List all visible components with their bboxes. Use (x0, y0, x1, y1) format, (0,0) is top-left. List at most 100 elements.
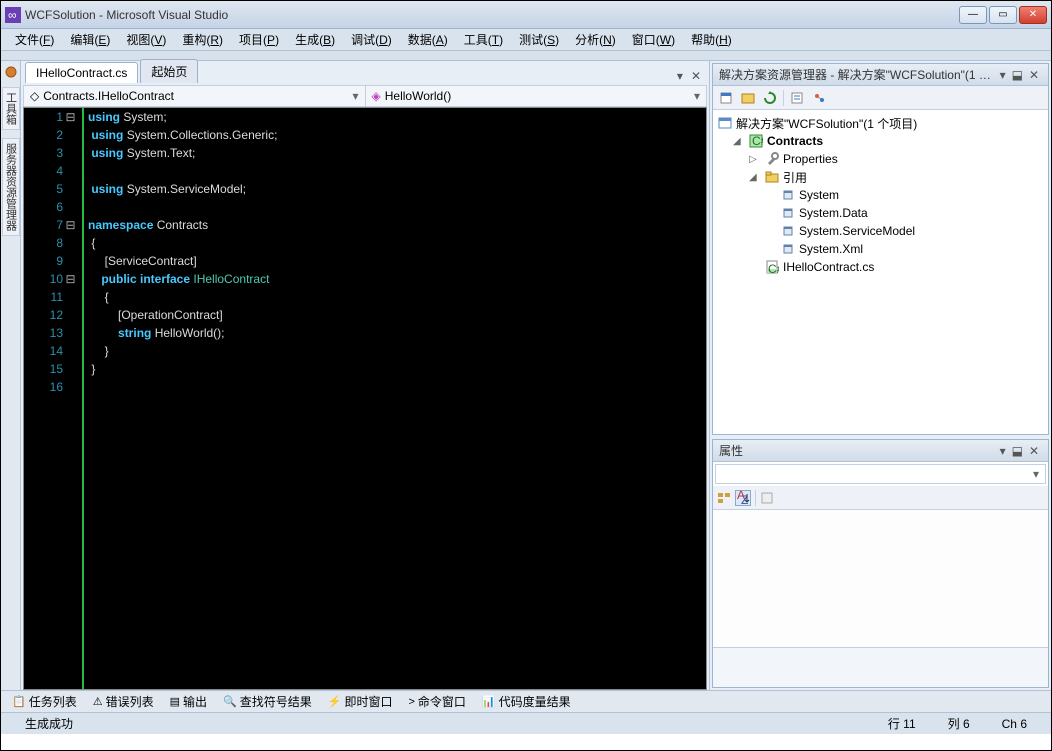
bottom-tab-strip: 📋任务列表⚠错误列表▤输出🔍查找符号结果⚡即时窗口>命令窗口📊代码度量结果 (1, 690, 1051, 712)
reference-icon (780, 205, 796, 221)
tree-reference-label: System.ServiceModel (799, 224, 915, 238)
window-buttons: — ▭ ✕ (959, 6, 1047, 24)
menu-n[interactable]: 分析(N) (567, 29, 624, 50)
panel-close-icon[interactable]: ✕ (1026, 68, 1042, 82)
code-line[interactable] (88, 198, 706, 216)
sort-alpha-icon[interactable]: AZ (735, 490, 751, 506)
code-line[interactable]: { (88, 234, 706, 252)
code-line[interactable] (88, 162, 706, 180)
code-line[interactable] (88, 378, 706, 396)
view-diagram-icon[interactable] (810, 89, 828, 107)
pin-icon[interactable] (4, 65, 18, 79)
menu-d[interactable]: 调试(D) (343, 29, 400, 50)
code-line[interactable]: using System; (88, 108, 706, 126)
menu-e[interactable]: 编辑(E) (62, 29, 118, 50)
properties-icon[interactable] (717, 89, 735, 107)
solution-tree[interactable]: 解决方案"WCFSolution"(1 个项目) ◢ C# Contracts … (713, 110, 1048, 434)
tree-file-node[interactable]: C# IHelloContract.cs (717, 258, 1044, 276)
panel-pin-icon[interactable]: ⬓ (1009, 444, 1026, 458)
bottom-tab-6[interactable]: 📊代码度量结果 (475, 690, 578, 713)
expand-icon[interactable]: ◢ (733, 136, 745, 147)
left-tab-toolbox[interactable]: 工具箱 (2, 87, 20, 130)
code-body[interactable]: using System; using System.Collections.G… (84, 108, 706, 689)
line-number: 15 (24, 360, 76, 378)
line-number: 10⊟ (24, 270, 76, 288)
tab-icon: 📋 (12, 695, 26, 708)
categorize-icon[interactable] (717, 491, 731, 505)
menu-h[interactable]: 帮助(H) (683, 29, 740, 50)
menu-b[interactable]: 生成(B) (287, 29, 343, 50)
tree-reference-item[interactable]: System.ServiceModel (717, 222, 1044, 240)
code-line[interactable]: [ServiceContract] (88, 252, 706, 270)
svg-text:C#: C# (768, 262, 779, 274)
code-line[interactable]: public interface IHelloContract (88, 270, 706, 288)
code-line[interactable]: namespace Contracts (88, 216, 706, 234)
code-line[interactable]: { (88, 288, 706, 306)
properties-object-selector[interactable]: ▾ (715, 464, 1046, 484)
panel-close-icon[interactable]: ✕ (1026, 444, 1042, 458)
code-line[interactable]: using System.ServiceModel; (88, 180, 706, 198)
panel-pin-icon[interactable]: ⬓ (1009, 68, 1026, 82)
menu-w[interactable]: 窗口(W) (624, 29, 683, 50)
tree-project-label: Contracts (767, 134, 823, 148)
tree-reference-item[interactable]: System.Xml (717, 240, 1044, 258)
code-line[interactable]: using System.Collections.Generic; (88, 126, 706, 144)
bottom-tab-4[interactable]: ⚡即时窗口 (321, 690, 400, 713)
menu-bar: 文件(F)编辑(E)视图(V)重构(R)项目(P)生成(B)调试(D)数据(A)… (1, 29, 1051, 51)
menu-a[interactable]: 数据(A) (400, 29, 456, 50)
menu-v[interactable]: 视图(V) (118, 29, 174, 50)
bottom-tab-1[interactable]: ⚠错误列表 (86, 690, 161, 713)
solution-icon (717, 115, 733, 131)
panel-dropdown-icon[interactable]: ▾ (997, 444, 1009, 458)
refresh-icon[interactable] (761, 89, 779, 107)
left-tab-server-explorer[interactable]: 服务器资源管理器 (2, 138, 20, 236)
status-col: 列 6 (932, 715, 986, 732)
tree-properties-node[interactable]: ▷ Properties (717, 150, 1044, 168)
properties-grid[interactable] (713, 510, 1048, 647)
code-line[interactable]: } (88, 342, 706, 360)
tree-reference-item[interactable]: System.Data (717, 204, 1044, 222)
tab-dropdown-icon[interactable]: ▾ (673, 69, 687, 83)
code-line[interactable]: using System.Text; (88, 144, 706, 162)
view-code-icon[interactable] (788, 89, 806, 107)
code-line[interactable]: [OperationContract] (88, 306, 706, 324)
type-selector[interactable]: ◇ Contracts.IHelloContract ▾ (24, 86, 366, 106)
menu-f[interactable]: 文件(F) (7, 29, 62, 50)
menu-s[interactable]: 测试(S) (511, 29, 567, 50)
member-selector[interactable]: ◈ HelloWorld() ▾ (366, 86, 707, 106)
tab-icon: 📊 (482, 695, 496, 708)
code-line[interactable]: string HelloWorld(); (88, 324, 706, 342)
panel-dropdown-icon[interactable]: ▾ (997, 68, 1009, 82)
maximize-button[interactable]: ▭ (989, 6, 1017, 24)
menu-t[interactable]: 工具(T) (456, 29, 511, 50)
bottom-tab-5[interactable]: >命令窗口 (401, 690, 472, 713)
tree-references-node[interactable]: ◢ 引用 (717, 168, 1044, 186)
code-editor[interactable]: 1⊟2 3 4 5 6 7⊟8 9 10⊟11 12 13 14 15 16 u… (23, 107, 707, 690)
minimize-button[interactable]: — (959, 6, 987, 24)
expand-icon[interactable]: ◢ (749, 172, 761, 183)
svg-text:C#: C# (752, 134, 763, 148)
tab-close-icon[interactable]: ✕ (687, 69, 705, 83)
bottom-tab-3[interactable]: 🔍查找符号结果 (216, 690, 319, 713)
tree-project-node[interactable]: ◢ C# Contracts (717, 132, 1044, 150)
properties-description (713, 647, 1048, 687)
bottom-tab-label: 即时窗口 (344, 693, 392, 710)
bottom-tab-2[interactable]: ▤输出 (163, 690, 214, 713)
type-selector-text: Contracts.IHelloContract (43, 89, 174, 103)
property-pages-icon[interactable] (760, 491, 774, 505)
tree-properties-label: Properties (783, 152, 838, 166)
file-tab-start-page[interactable]: 起始页 (140, 59, 198, 83)
menu-p[interactable]: 项目(P) (231, 29, 287, 50)
tab-icon: 🔍 (223, 695, 237, 708)
tree-solution-node[interactable]: 解决方案"WCFSolution"(1 个项目) (717, 114, 1044, 132)
menu-r[interactable]: 重构(R) (174, 29, 231, 50)
tab-icon: ⚠ (93, 695, 103, 708)
close-button[interactable]: ✕ (1019, 6, 1047, 24)
line-number-gutter: 1⊟2 3 4 5 6 7⊟8 9 10⊟11 12 13 14 15 16 (24, 108, 84, 689)
code-line[interactable]: } (88, 360, 706, 378)
show-all-icon[interactable] (739, 89, 757, 107)
file-tab-active[interactable]: IHelloContract.cs (25, 62, 138, 83)
expand-icon[interactable]: ▷ (749, 154, 761, 165)
bottom-tab-0[interactable]: 📋任务列表 (5, 690, 84, 713)
tree-reference-item[interactable]: System (717, 186, 1044, 204)
